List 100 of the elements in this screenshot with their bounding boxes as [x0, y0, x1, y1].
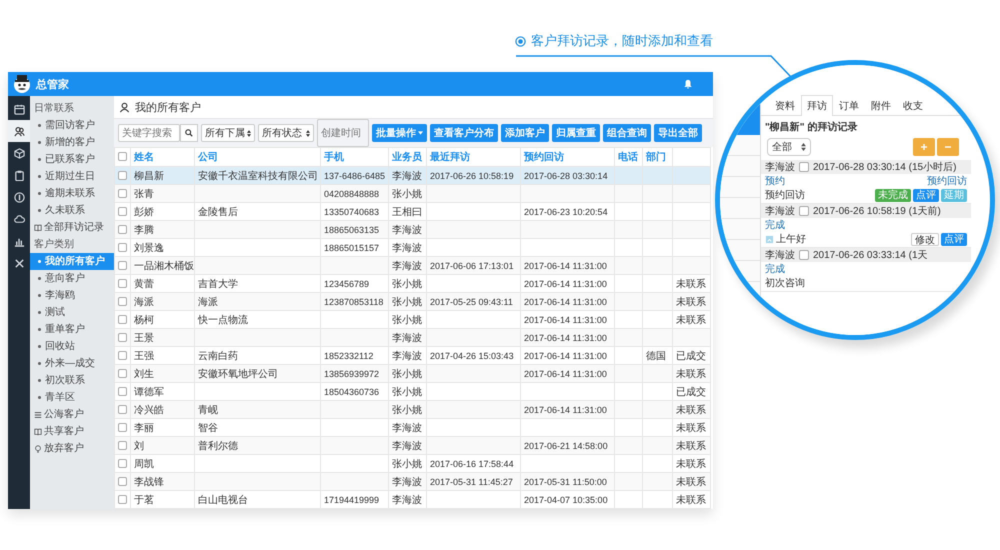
nav-item[interactable]: 需回访客户: [30, 117, 114, 134]
table-row[interactable]: 李腾 18865063135 李海波: [114, 220, 710, 238]
row-checkbox[interactable]: [118, 404, 127, 414]
row-checkbox[interactable]: [118, 368, 127, 378]
record-type-link[interactable]: 预约回访: [927, 174, 967, 188]
table-cell: 04208848888: [324, 188, 380, 198]
visit-filter-select[interactable]: 全部: [767, 138, 811, 156]
table-cell: 王强: [134, 350, 154, 362]
record-checkbox[interactable]: [799, 250, 809, 260]
row-checkbox[interactable]: [118, 260, 127, 270]
nav-item[interactable]: 外来—成交: [30, 355, 114, 372]
search-field[interactable]: 关键字搜索: [118, 124, 180, 142]
nav-item[interactable]: 重单客户: [30, 321, 114, 338]
bell-icon[interactable]: [683, 79, 693, 89]
table-cell: 张小姚: [392, 278, 422, 290]
nav-section-heading: 客户类别: [33, 238, 75, 252]
sidebar-icon-button[interactable]: [8, 120, 30, 142]
table-cell: 安徽千衣温室科技有限公司: [198, 170, 318, 182]
row-checkbox[interactable]: [118, 314, 127, 324]
table-row[interactable]: 海派 海派 123870853118 张小姚 2017-05-25 09:43:11 2017-06-14 11:31:00 未联系: [114, 292, 710, 310]
table-cell: 刘景逸: [134, 242, 164, 254]
table-cell: 德国: [646, 350, 666, 362]
table-cell: 李海波: [392, 476, 422, 488]
nav-item[interactable]: 李海鸥: [30, 287, 114, 304]
table-cell: 2017-06-14 11:31:00: [524, 368, 607, 378]
mascot-logo-icon: [12, 74, 32, 94]
row-checkbox[interactable]: [118, 476, 127, 486]
row-checkbox[interactable]: [118, 278, 127, 288]
nav-item[interactable]: 意向客户: [30, 270, 114, 287]
table-cell: 张小姚: [392, 368, 422, 380]
row-checkbox[interactable]: [118, 242, 127, 252]
table-cell: 李海波: [392, 350, 422, 362]
table-cell: 冷兴皓: [134, 404, 164, 416]
updown-caret-icon: [306, 130, 310, 136]
table-row[interactable]: 李战锋 李海波 2017-05-31 11:45:27 2017-05-31 11:50:00 未联系: [114, 472, 710, 490]
table-cell: 智谷: [198, 422, 218, 434]
nav-item[interactable]: 回收站: [30, 338, 114, 355]
row-checkbox[interactable]: [118, 350, 127, 360]
nav-item[interactable]: 测试: [30, 304, 114, 321]
row-checkbox[interactable]: [118, 296, 127, 306]
record-checkbox[interactable]: [799, 162, 809, 172]
table-cell: 刘: [134, 440, 144, 452]
table-row[interactable]: 刘生 安徽环氧地坪公司 13856939972 张小姚 2017-06-14 11:31:00 未联系: [114, 364, 710, 382]
row-checkbox[interactable]: [118, 188, 127, 198]
filter-select[interactable]: 所有下属: [201, 124, 255, 142]
bullet-icon: [38, 141, 41, 144]
nav-item[interactable]: 新增的客户: [30, 134, 114, 151]
nav-item[interactable]: 初次联系: [30, 372, 114, 389]
nav-link[interactable]: 放弃客户: [30, 440, 114, 457]
table-cell: 18504360736: [324, 386, 380, 396]
detail-tab[interactable]: 订单: [833, 95, 865, 115]
row-checkbox[interactable]: [118, 494, 127, 504]
detail-tab[interactable]: 资料: [769, 95, 801, 115]
date-field[interactable]: 创建时间: [317, 119, 369, 147]
select-all-checkbox[interactable]: [118, 152, 127, 162]
table-cell: 张小姚: [392, 188, 422, 200]
table-row[interactable]: 冷兴皓 青岘 张小姚 2017-06-14 11:31:00 未联系: [114, 400, 710, 418]
nav-item[interactable]: 青羊区: [30, 389, 114, 406]
row-checkbox[interactable]: [118, 440, 127, 450]
nav-item[interactable]: 近期过生日: [30, 168, 114, 185]
nav-item[interactable]: 已联系客户: [30, 151, 114, 168]
detail-tab[interactable]: 附件: [865, 95, 897, 115]
nav-item[interactable]: 逾期未联系: [30, 185, 114, 202]
row-checkbox[interactable]: [118, 170, 127, 180]
table-row[interactable]: 刘 普利尔德 李海波 2017-06-21 14:58:00 未联系: [114, 436, 710, 454]
table-cell: 李海波: [392, 422, 422, 434]
detail-tab[interactable]: 拜访: [801, 95, 833, 116]
row-checkbox[interactable]: [118, 224, 127, 234]
nav-link[interactable]: 全部拜访记录: [30, 219, 114, 236]
row-checkbox[interactable]: [118, 332, 127, 342]
table-cell: 2017-06-14 11:31:00: [524, 404, 607, 414]
table-row[interactable]: 王景 李海波 2017-06-14 11:31:00: [114, 328, 710, 346]
bullet-icon: [38, 362, 41, 365]
record-action-button[interactable]: 修改: [911, 232, 939, 246]
record-status: 完成: [765, 218, 785, 232]
table-cell: 海派: [134, 296, 154, 308]
table-cell: 于茗: [134, 494, 154, 506]
row-checkbox[interactable]: [118, 422, 127, 432]
table-cell: 未联系: [676, 296, 706, 308]
row-checkbox[interactable]: [118, 206, 127, 216]
row-checkbox[interactable]: [118, 458, 127, 468]
table-row[interactable]: 柳昌新 安徽千衣温室科技有限公司 137-6486-6485 李海波 2017-06-26 10:58:19 2017-06-28 03:30:14: [114, 166, 710, 184]
table-cell: 已成交: [676, 386, 706, 398]
table-cell: 李海波: [392, 242, 422, 254]
filter-select[interactable]: 所有状态: [258, 124, 314, 142]
nav-item[interactable]: 久未联系: [30, 202, 114, 219]
nav-link[interactable]: 公海客户: [30, 406, 114, 423]
table-row[interactable]: 一品湘木桶饭 李海波 2017-06-06 17:13:01 2017-06-14 11:31:00: [114, 256, 710, 274]
bullet-icon: [38, 294, 41, 297]
search-button[interactable]: [180, 124, 198, 142]
row-checkbox[interactable]: [118, 386, 127, 396]
table-row[interactable]: 张青 04208848888 张小姚: [114, 184, 710, 202]
record-checkbox[interactable]: [799, 206, 809, 216]
table-cell: 2017-04-07 10:35:00: [524, 494, 608, 504]
target-icon: [515, 36, 526, 46]
detail-tab[interactable]: 收支: [897, 95, 929, 115]
table-row[interactable]: 于茗 白山电视台 17194419999 李海波 2017-04-07 10:35:00 未联系: [114, 490, 710, 508]
table-cell: 李海波: [392, 440, 422, 452]
nav-link[interactable]: 共享客户: [30, 423, 114, 440]
table-cell: 未联系: [676, 314, 706, 326]
